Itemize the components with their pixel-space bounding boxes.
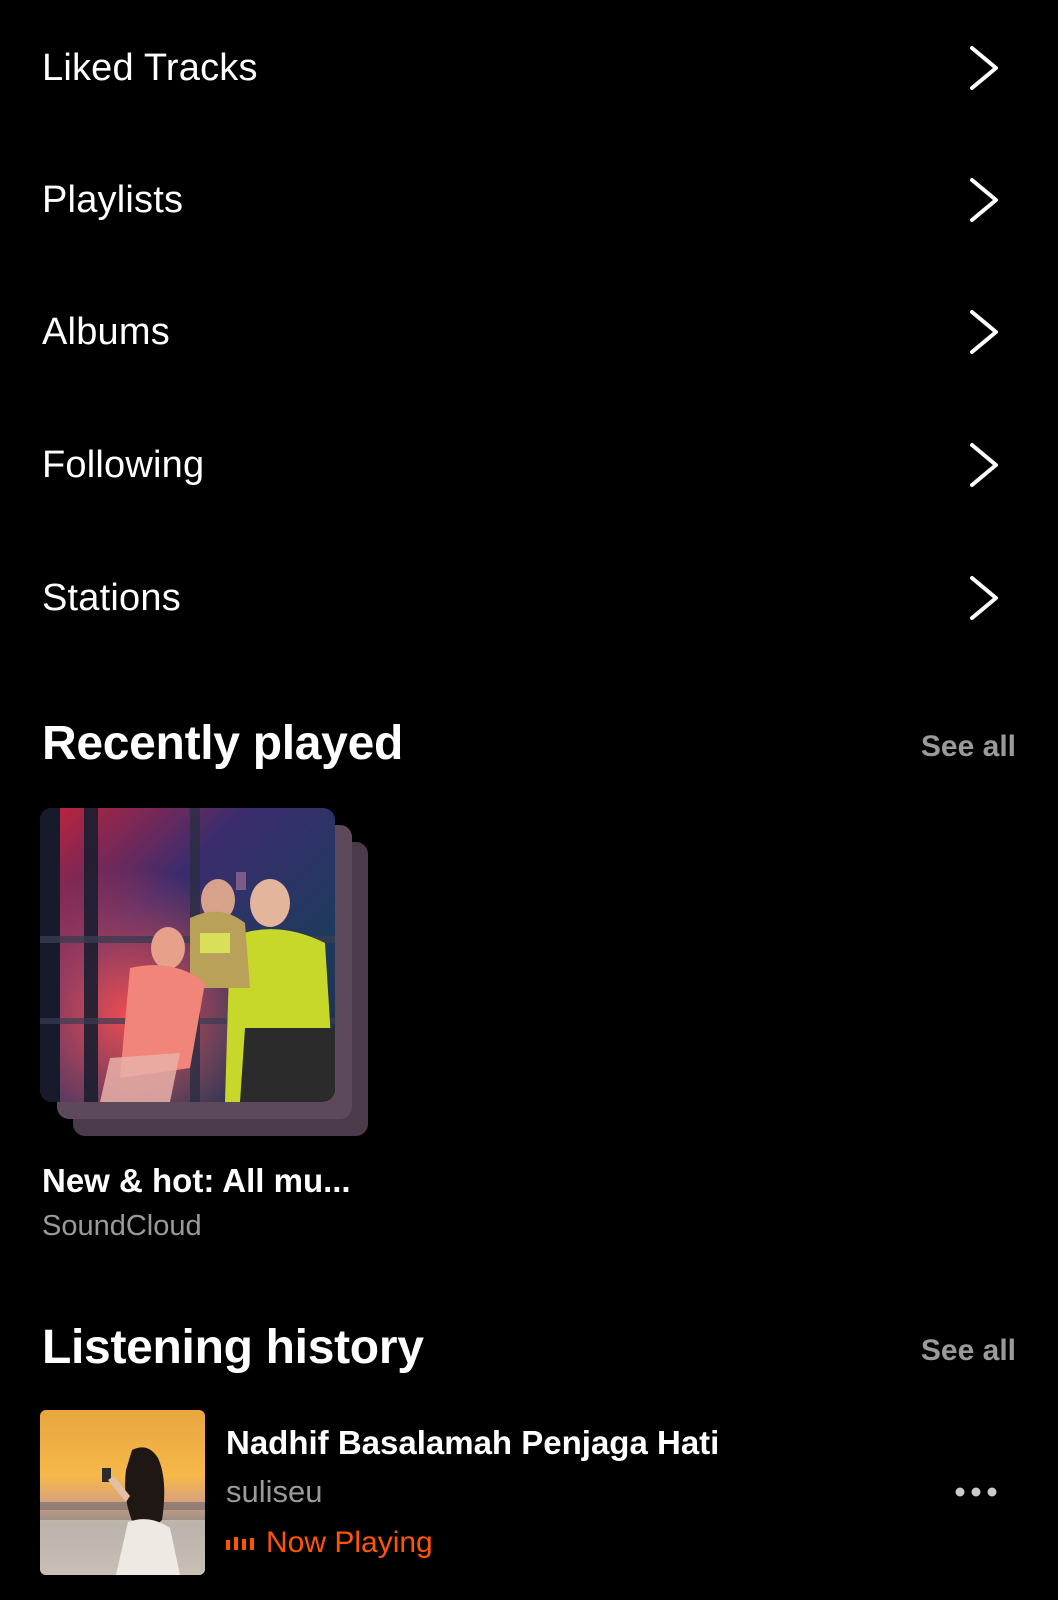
track-artwork-image bbox=[40, 1410, 205, 1575]
listening-history-header: Listening history See all bbox=[0, 1320, 1058, 1390]
chevron-right-icon bbox=[970, 576, 998, 620]
track-row[interactable]: Nadhif Basalamah Penjaga Hati suliseu No… bbox=[0, 1410, 1058, 1576]
listening-history-title: Listening history bbox=[42, 1321, 424, 1374]
chevron-right-icon bbox=[970, 310, 998, 354]
playlist-artwork-image bbox=[40, 808, 335, 1102]
recently-played-see-all-link[interactable]: See all bbox=[921, 730, 1016, 764]
menu-item-label: Stations bbox=[42, 576, 181, 619]
more-horizontal-icon[interactable] bbox=[954, 1472, 998, 1512]
menu-item-following[interactable]: Following bbox=[0, 399, 1058, 531]
menu-item-stations[interactable]: Stations bbox=[0, 532, 1058, 664]
track-title[interactable]: Nadhif Basalamah Penjaga Hati bbox=[226, 1424, 719, 1462]
chevron-right-icon bbox=[970, 443, 998, 487]
equalizer-icon bbox=[226, 1537, 254, 1550]
menu-item-label: Playlists bbox=[42, 178, 184, 221]
menu-item-liked-tracks[interactable]: Liked Tracks bbox=[0, 2, 1058, 134]
track-artist[interactable]: suliseu bbox=[226, 1474, 323, 1510]
menu-item-label: Albums bbox=[42, 310, 170, 353]
now-playing-indicator: Now Playing bbox=[226, 1526, 433, 1560]
menu-item-albums[interactable]: Albums bbox=[0, 266, 1058, 398]
recently-played-card[interactable] bbox=[40, 808, 370, 1138]
playlist-artwork[interactable] bbox=[40, 808, 335, 1102]
chevron-right-icon bbox=[970, 178, 998, 222]
recently-played-header: Recently played See all bbox=[0, 716, 1058, 786]
menu-item-playlists[interactable]: Playlists bbox=[0, 134, 1058, 266]
menu-item-label: Following bbox=[42, 443, 205, 486]
menu-item-label: Liked Tracks bbox=[42, 46, 258, 89]
now-playing-label: Now Playing bbox=[266, 1526, 433, 1559]
recently-played-title: Recently played bbox=[42, 717, 403, 770]
recently-played-item-title[interactable]: New & hot: All mu... bbox=[42, 1162, 351, 1200]
recently-played-item-subtitle: SoundCloud bbox=[42, 1210, 202, 1242]
track-artwork[interactable] bbox=[40, 1410, 205, 1575]
listening-history-see-all-link[interactable]: See all bbox=[921, 1334, 1016, 1368]
chevron-right-icon bbox=[970, 46, 998, 90]
